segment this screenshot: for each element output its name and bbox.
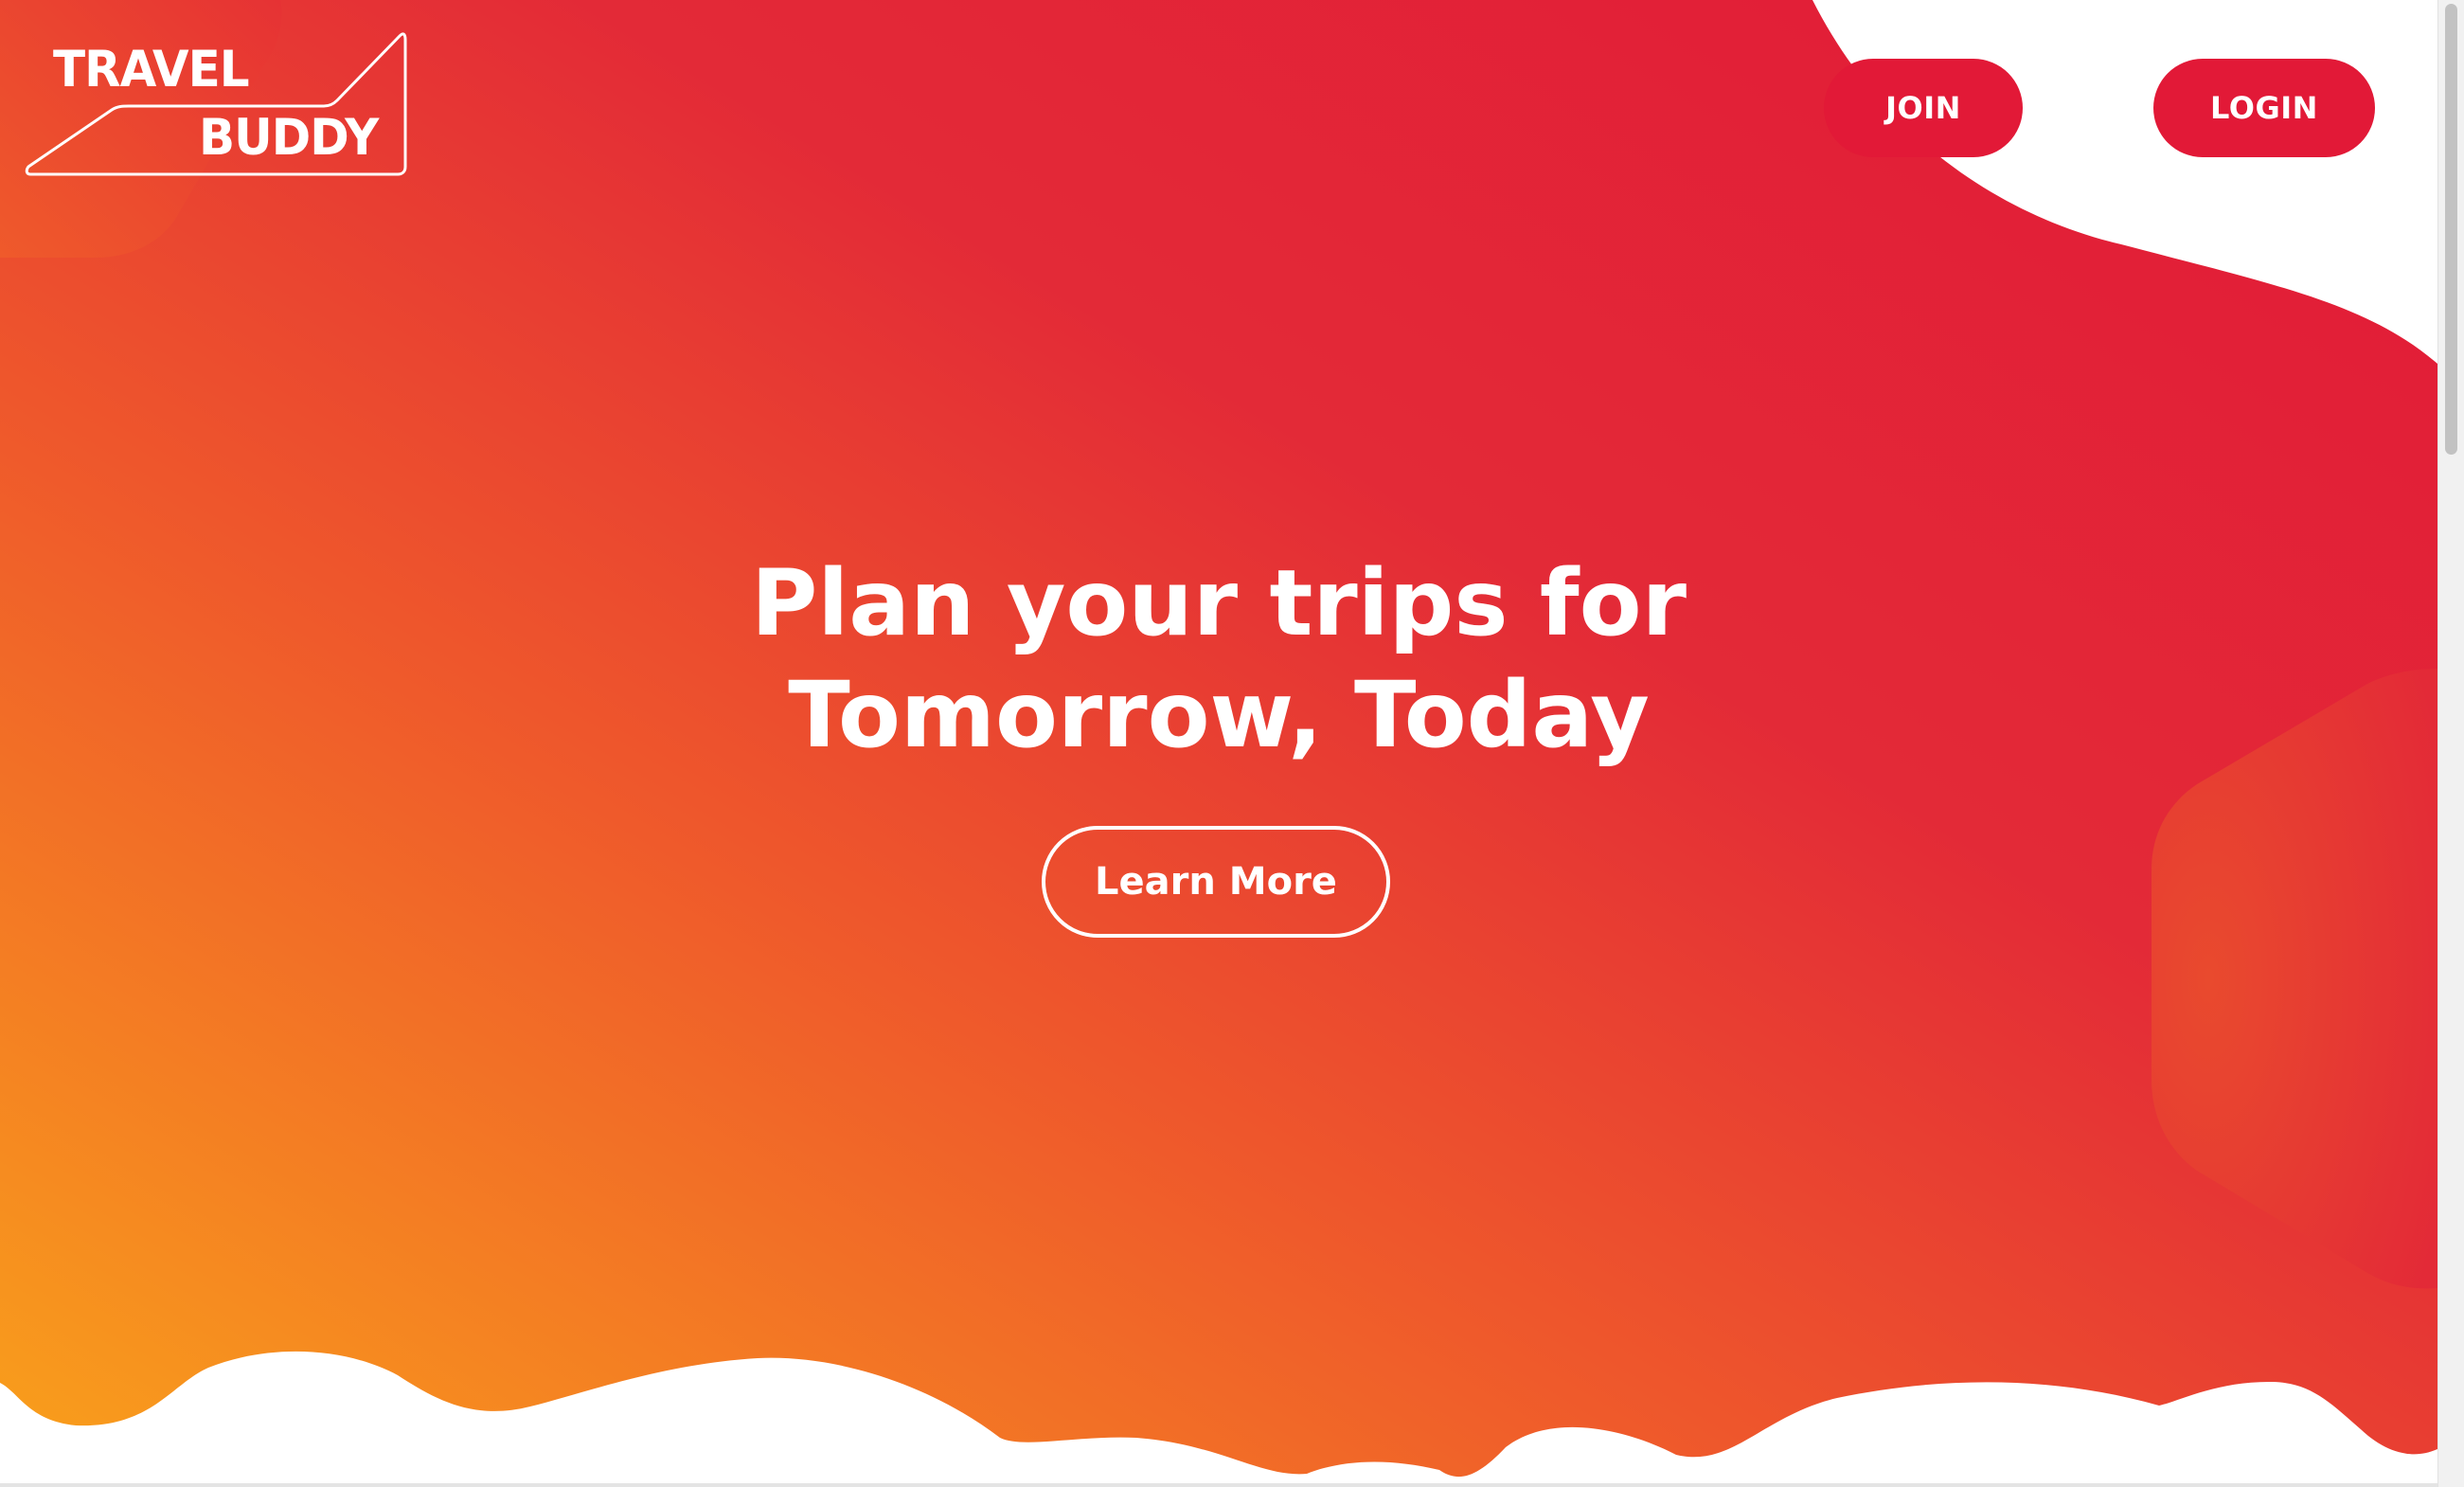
travel-buddy-logo[interactable]: TRAVEL BUDDY (23, 27, 411, 180)
logo-text-buddy: BUDDY (199, 108, 379, 167)
login-button[interactable]: LOGIN (2153, 59, 2375, 157)
hero-headline-line1: Plan your trips for (751, 550, 1687, 656)
logo-text-travel: TRAVEL (53, 40, 250, 99)
bottom-divider (0, 1483, 2437, 1487)
hero-headline-line2: Tomorrow, Today (788, 662, 1650, 768)
hero-headline: Plan your trips for Tomorrow, Today (0, 547, 2437, 771)
page: TRAVEL BUDDY JOIN LOGIN Plan your trips … (0, 0, 2464, 1487)
landing-viewport: TRAVEL BUDDY JOIN LOGIN Plan your trips … (0, 0, 2437, 1483)
join-button[interactable]: JOIN (1824, 59, 2023, 157)
learn-more-button[interactable]: Learn More (1042, 826, 1390, 938)
scrollbar-thumb[interactable] (2445, 4, 2457, 455)
vertical-scrollbar[interactable] (2437, 0, 2464, 1487)
